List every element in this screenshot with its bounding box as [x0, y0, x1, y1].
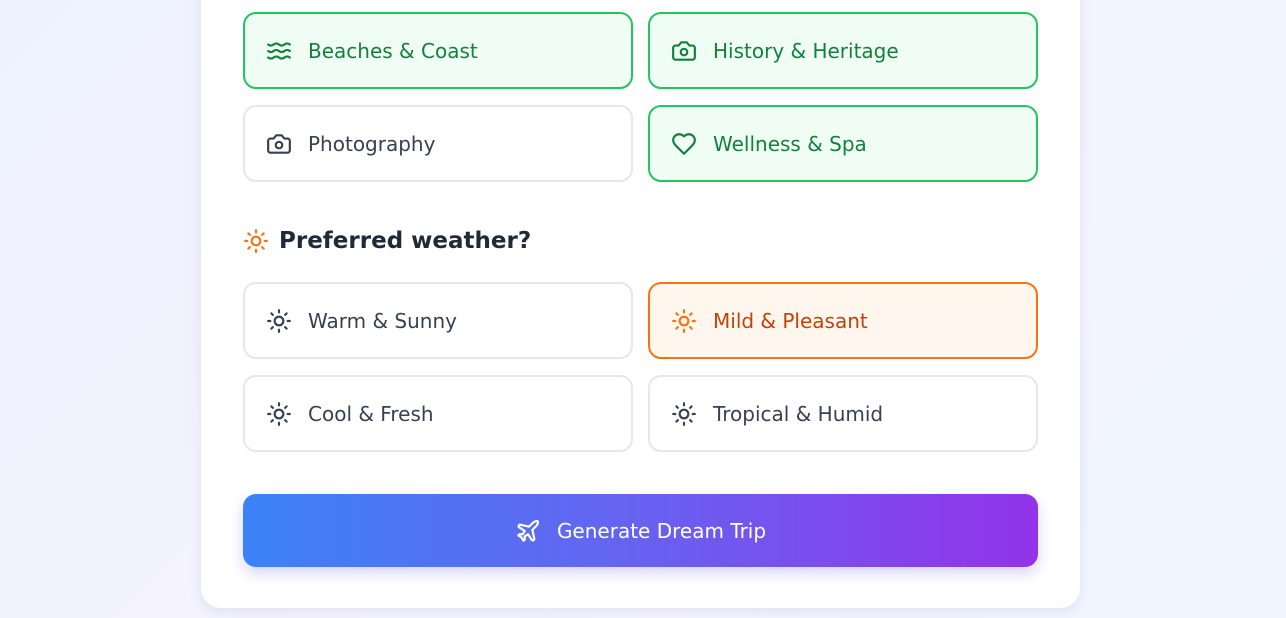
option-label: Cool & Fresh [308, 401, 434, 426]
option-label: Warm & Sunny [308, 308, 457, 333]
generate-dream-trip-button[interactable]: Generate Dream Trip [243, 494, 1038, 567]
waves-icon [266, 38, 292, 64]
option-mild-pleasant[interactable]: Mild & Pleasant [648, 282, 1038, 359]
option-history-heritage[interactable]: History & Heritage [648, 12, 1038, 89]
option-label: Mild & Pleasant [713, 308, 868, 333]
trip-planner-card: Beaches & Coast History & Heritage Photo… [201, 0, 1080, 608]
option-label: Beaches & Coast [308, 38, 478, 63]
option-warm-sunny[interactable]: Warm & Sunny [243, 282, 633, 359]
heart-icon [671, 131, 697, 157]
option-label: Photography [308, 131, 436, 156]
sun-icon [266, 308, 292, 334]
camera-icon [266, 131, 292, 157]
sun-icon [671, 308, 697, 334]
weather-heading-text: Preferred weather? [279, 228, 532, 254]
option-photography[interactable]: Photography [243, 105, 633, 182]
weather-heading: Preferred weather? [243, 228, 531, 254]
option-wellness-spa[interactable]: Wellness & Spa [648, 105, 1038, 182]
weather-options: Warm & Sunny Mild & Pleasant Cool & Fres… [243, 282, 1038, 452]
generate-button-label: Generate Dream Trip [556, 518, 767, 543]
option-tropical-humid[interactable]: Tropical & Humid [648, 375, 1038, 452]
option-label: Tropical & Humid [713, 401, 884, 426]
plane-icon [515, 518, 541, 544]
option-label: History & Heritage [713, 38, 899, 63]
option-cool-fresh[interactable]: Cool & Fresh [243, 375, 633, 452]
sun-icon [671, 401, 697, 427]
sun-icon [266, 401, 292, 427]
interests-options: Beaches & Coast History & Heritage Photo… [243, 12, 1038, 182]
option-beaches-coast[interactable]: Beaches & Coast [243, 12, 633, 89]
option-label: Wellness & Spa [713, 131, 867, 156]
sun-icon [243, 228, 269, 254]
camera-icon [671, 38, 697, 64]
